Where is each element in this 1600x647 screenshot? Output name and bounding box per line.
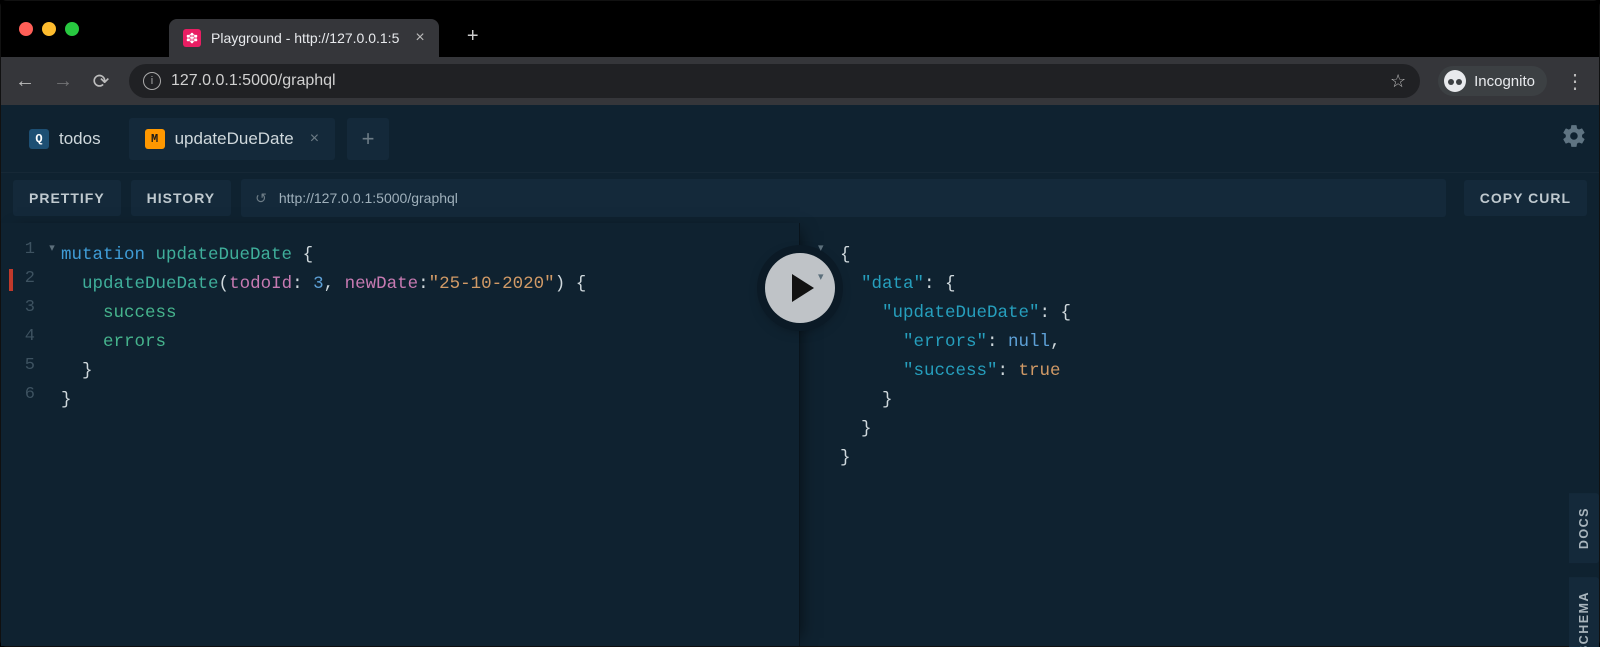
browser-tab[interactable]: Playground - http://127.0.0.1:5 × (169, 19, 439, 57)
playground-controls: PRETTIFY HISTORY ↺ http://127.0.0.1:5000… (1, 173, 1599, 223)
json-brace: } (840, 390, 893, 410)
browser-window: Playground - http://127.0.0.1:5 × + ← → … (0, 0, 1600, 647)
address-bar[interactable]: i 127.0.0.1:5000/graphql ☆ (129, 64, 1420, 98)
query-editor[interactable]: 123456 ▾ mutation updateDueDate { update… (1, 223, 800, 646)
minimize-window-button[interactable] (42, 22, 56, 36)
playground-tabs: Q todos M updateDueDate × + (1, 105, 1599, 173)
site-info-icon[interactable]: i (143, 72, 161, 90)
fold-carets: ▾ (45, 235, 59, 409)
endpoint-input[interactable]: ↺ http://127.0.0.1:5000/graphql (241, 179, 1446, 217)
operation-name: updateDueDate (156, 245, 293, 265)
playground-tab-updateduedate[interactable]: M updateDueDate × (129, 118, 335, 160)
json-key: "errors" (903, 332, 987, 352)
history-button[interactable]: HISTORY (131, 180, 231, 216)
query-code[interactable]: mutation updateDueDate { updateDueDate(t… (61, 241, 799, 415)
copy-curl-button[interactable]: COPY CURL (1464, 180, 1587, 216)
code-punct: } (61, 390, 72, 410)
forward-button[interactable]: → (53, 70, 73, 93)
url-text: 127.0.0.1:5000/graphql (171, 72, 336, 90)
incognito-icon (1444, 70, 1466, 92)
close-window-button[interactable] (19, 22, 33, 36)
bookmark-star-icon[interactable]: ☆ (1390, 71, 1406, 92)
graphql-favicon-icon (183, 29, 201, 47)
mutation-badge-icon: M (145, 129, 165, 149)
endpoint-url: http://127.0.0.1:5000/graphql (279, 190, 458, 206)
arg-name: newDate (345, 274, 419, 294)
json-brace: } (840, 419, 872, 439)
schema-panel-button[interactable]: SCHEMA (1569, 577, 1599, 647)
close-tab-icon[interactable]: × (415, 29, 424, 47)
settings-gear-icon[interactable] (1561, 123, 1587, 154)
query-badge-icon: Q (29, 129, 49, 149)
workspace: 123456 ▾ mutation updateDueDate { update… (1, 223, 1599, 646)
json-brace: { (840, 245, 851, 265)
json-key: "data" (861, 274, 924, 294)
json-null: null (1008, 332, 1050, 352)
selection-field: errors (61, 332, 166, 352)
playground-tab-label: updateDueDate (175, 129, 294, 149)
keyword-mutation: mutation (61, 245, 145, 265)
add-playground-tab-button[interactable]: + (347, 118, 389, 160)
docs-panel-button[interactable]: DOCS (1569, 493, 1599, 563)
line-gutter: 123456 (1, 235, 43, 409)
code-punct: } (61, 361, 93, 381)
playground-tab-label: todos (59, 129, 101, 149)
side-panels: DOCS SCHEMA (1569, 493, 1599, 647)
field-call: updateDueDate (82, 274, 219, 294)
code-punct: ) { (555, 274, 587, 294)
response-json[interactable]: { "data": { "updateDueDate": { "errors":… (840, 241, 1599, 473)
playground-tab-todos[interactable]: Q todos (13, 118, 117, 160)
reload-button[interactable]: ⟳ (91, 69, 111, 94)
graphql-playground: Q todos M updateDueDate × + PRETTIFY HIS… (1, 105, 1599, 646)
browser-menu-icon[interactable]: ⋮ (1565, 69, 1585, 94)
new-tab-button[interactable]: + (457, 21, 489, 53)
close-tab-icon[interactable]: × (310, 130, 319, 148)
incognito-label: Incognito (1474, 73, 1535, 90)
response-fold-carets: ▾▾ (818, 235, 832, 467)
browser-tab-title: Playground - http://127.0.0.1:5 (211, 30, 399, 46)
json-true: true (1019, 361, 1061, 381)
code-punct: { (292, 245, 313, 265)
reload-endpoint-icon[interactable]: ↺ (255, 190, 267, 207)
selection-field: success (61, 303, 177, 323)
code-indent (61, 274, 82, 294)
response-pane: ▾▾ { "data": { "updateDueDate": { "error… (800, 223, 1599, 646)
json-key: "updateDueDate" (882, 303, 1040, 323)
arg-value: 3 (313, 274, 324, 294)
arg-value: "25-10-2020" (429, 274, 555, 294)
json-key: "success" (903, 361, 998, 381)
arg-name: todoId (229, 274, 292, 294)
prettify-button[interactable]: PRETTIFY (13, 180, 121, 216)
json-punct: : { (1040, 303, 1072, 323)
json-brace: } (840, 448, 851, 468)
window-controls (19, 22, 79, 36)
browser-tabstrip: Playground - http://127.0.0.1:5 × + (1, 1, 1599, 57)
maximize-window-button[interactable] (65, 22, 79, 36)
browser-toolbar: ← → ⟳ i 127.0.0.1:5000/graphql ☆ Incogni… (1, 57, 1599, 105)
back-button[interactable]: ← (15, 70, 35, 93)
json-punct: : { (924, 274, 956, 294)
incognito-indicator[interactable]: Incognito (1438, 66, 1547, 96)
